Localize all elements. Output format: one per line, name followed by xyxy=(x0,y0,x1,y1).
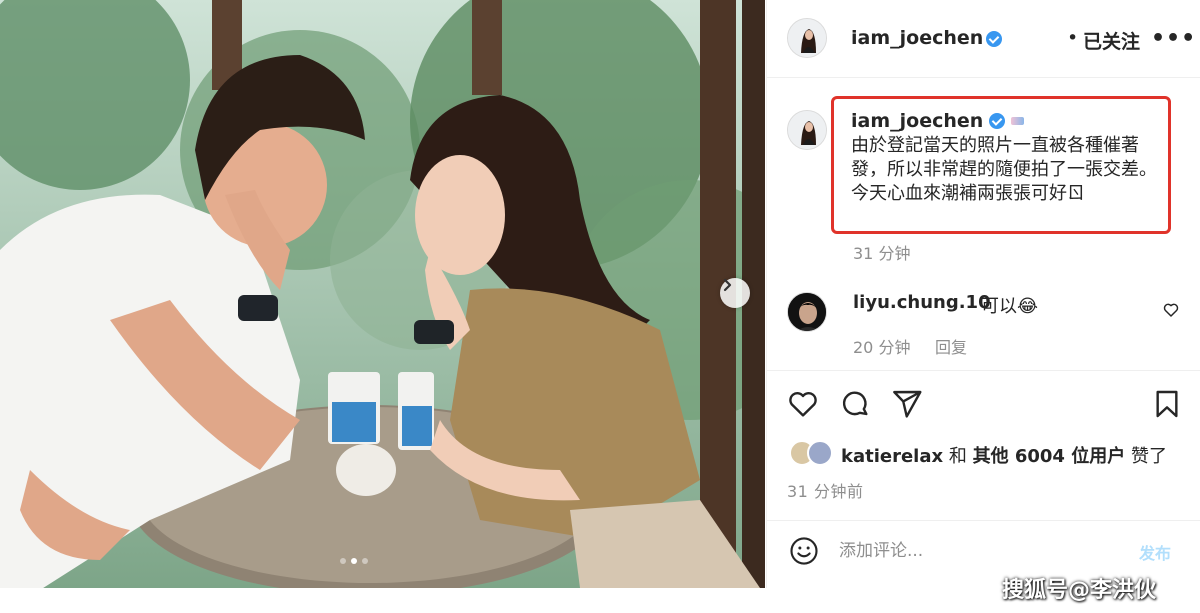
post-comment-button[interactable]: 发布 xyxy=(1139,540,1171,564)
carousel-dot-active xyxy=(351,558,357,564)
caption-username-row: iam_joechen xyxy=(851,110,1025,132)
like-button[interactable] xyxy=(787,388,819,424)
likes-summary: katierelax 和 其他 6004 位用户 赞了 xyxy=(841,442,1167,468)
heart-icon xyxy=(1163,303,1179,317)
liker-avatars[interactable] xyxy=(789,440,837,466)
carousel-dot xyxy=(340,558,346,564)
comment-button[interactable] xyxy=(839,388,871,424)
caption-text-content: 由於登記當天的照片一直被各種催著發，所以非常趕的隨便拍了一張交差。 今天心血來潮… xyxy=(851,135,1157,204)
caption-author-avatar[interactable] xyxy=(787,110,827,150)
commenter-avatar-image xyxy=(788,293,826,331)
liker-username[interactable]: katierelax xyxy=(841,446,943,467)
verified-badge-icon xyxy=(989,113,1006,129)
reply-button[interactable]: 回复 xyxy=(935,334,967,358)
add-comment-input[interactable] xyxy=(839,538,1119,564)
divider xyxy=(767,370,1200,371)
post-photo xyxy=(0,0,765,588)
carousel-indicator xyxy=(340,558,368,564)
next-photo-button[interactable] xyxy=(720,278,750,308)
separator-dot: • xyxy=(1067,27,1079,49)
couple-cafe-photo xyxy=(0,0,765,588)
source-watermark: 搜狐号@李洪伙 xyxy=(1002,578,1157,603)
comment-bubble-icon xyxy=(842,391,868,416)
likes-others-link[interactable]: 其他 6004 位用户 xyxy=(973,446,1126,467)
caption-avatar-image xyxy=(788,111,826,149)
caption-timestamp: 31 分钟 xyxy=(853,244,911,263)
comment-like-button[interactable] xyxy=(1163,302,1179,322)
chevron-right-icon xyxy=(723,278,732,292)
likes-joiner: 和 xyxy=(948,446,967,467)
carousel-dot xyxy=(362,558,368,564)
comment-timestamp: 20 分钟 xyxy=(853,338,911,357)
likes-suffix: 赞了 xyxy=(1130,446,1167,467)
liker-avatar xyxy=(807,440,833,466)
smiley-icon xyxy=(790,537,818,565)
heart-icon xyxy=(789,392,817,417)
share-button[interactable] xyxy=(891,388,923,424)
save-button[interactable] xyxy=(1151,388,1183,424)
emoji-button[interactable] xyxy=(789,536,819,570)
bookmark-icon xyxy=(1156,390,1178,418)
commenter-avatar[interactable] xyxy=(787,292,827,332)
paper-plane-icon xyxy=(893,390,922,418)
verified-badge-icon xyxy=(986,31,1002,47)
author-avatar-image xyxy=(788,19,826,57)
post-timestamp: 31 分钟前 xyxy=(787,482,864,501)
author-avatar[interactable] xyxy=(787,18,827,58)
commenter-username[interactable]: liyu.chung.10 xyxy=(853,292,991,313)
post-details-panel: iam_joechen • 已关注 ••• iam_joechen 由於登記當天… xyxy=(766,0,1200,588)
following-button[interactable]: 已关注 xyxy=(1083,27,1140,54)
flag-emoji-icon xyxy=(1011,117,1025,125)
more-options-icon[interactable]: ••• xyxy=(1151,26,1196,51)
divider xyxy=(767,520,1200,521)
comment-text: 可以😂 xyxy=(981,296,1039,317)
post-header: iam_joechen • 已关注 ••• xyxy=(767,0,1200,78)
caption-username[interactable]: iam_joechen xyxy=(851,110,983,132)
author-username[interactable]: iam_joechen xyxy=(851,27,983,49)
caption-text: 由於登記當天的照片一直被各種催著發，所以非常趕的隨便拍了一張交差。 今天心血來潮… xyxy=(851,134,1169,206)
